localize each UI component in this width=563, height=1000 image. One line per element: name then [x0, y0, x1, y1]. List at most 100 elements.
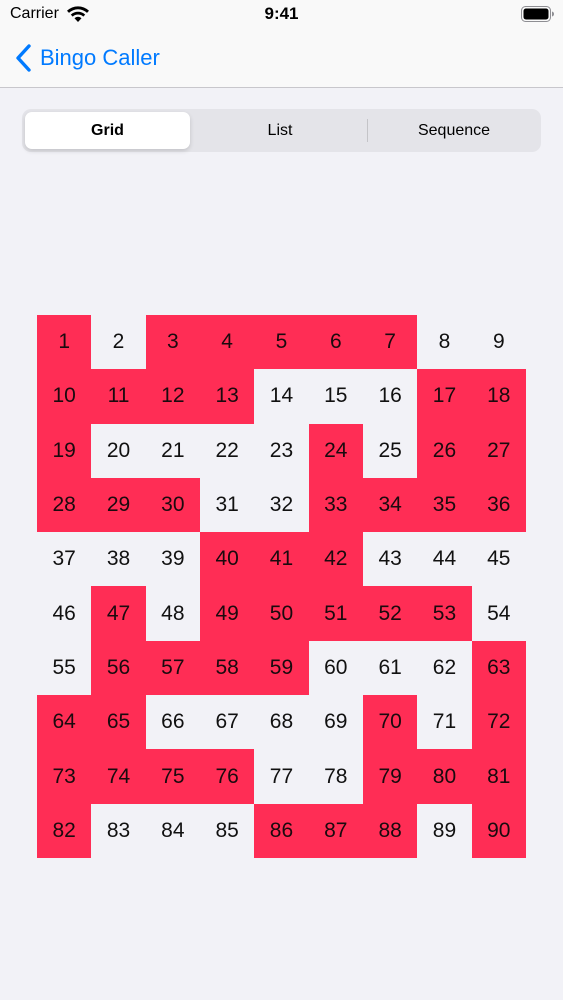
tab-grid[interactable]: Grid: [25, 112, 190, 149]
number-cell[interactable]: 35: [417, 477, 472, 533]
number-cell[interactable]: 19: [37, 423, 92, 478]
number-cell[interactable]: 27: [471, 423, 526, 478]
number-cell[interactable]: 15: [308, 369, 363, 424]
number-cell[interactable]: 65: [91, 695, 146, 750]
number-cell[interactable]: 55: [37, 640, 92, 696]
number-cell[interactable]: 75: [145, 749, 200, 804]
number-cell[interactable]: 36: [471, 477, 526, 533]
number-cell[interactable]: 59: [254, 640, 309, 696]
number-cell[interactable]: 60: [308, 640, 363, 696]
battery-icon: [521, 6, 554, 22]
number-cell[interactable]: 20: [91, 423, 146, 478]
number-cell[interactable]: 9: [471, 315, 526, 370]
number-cell[interactable]: 32: [254, 477, 309, 533]
number-cell[interactable]: 26: [417, 423, 472, 478]
number-cell[interactable]: 54: [471, 586, 526, 641]
number-cell[interactable]: 63: [471, 640, 526, 696]
number-cell[interactable]: 40: [199, 532, 255, 587]
number-cell[interactable]: 29: [91, 477, 146, 533]
tab-list[interactable]: List: [194, 112, 366, 149]
number-cell[interactable]: 74: [91, 749, 146, 804]
number-cell[interactable]: 30: [145, 477, 200, 533]
number-cell[interactable]: 69: [308, 695, 363, 750]
number-cell[interactable]: 33: [308, 477, 363, 533]
number-cell[interactable]: 67: [199, 695, 255, 750]
number-cell[interactable]: 48: [145, 586, 200, 641]
number-cell[interactable]: 46: [37, 586, 92, 641]
number-cell[interactable]: 53: [417, 586, 472, 641]
number-cell[interactable]: 56: [91, 640, 146, 696]
number-cell[interactable]: 90: [471, 803, 526, 858]
segment-divider: [367, 119, 368, 142]
number-cell[interactable]: 61: [362, 640, 418, 696]
number-cell[interactable]: 42: [308, 532, 363, 587]
number-cell[interactable]: 22: [199, 423, 255, 478]
number-cell[interactable]: 57: [145, 640, 200, 696]
number-cell[interactable]: 10: [37, 369, 92, 424]
number-cell[interactable]: 76: [199, 749, 255, 804]
number-cell[interactable]: 1: [37, 315, 92, 370]
number-cell[interactable]: 7: [362, 315, 418, 370]
number-cell[interactable]: 43: [362, 532, 418, 587]
tab-sequence[interactable]: Sequence: [370, 112, 538, 149]
number-cell[interactable]: 47: [91, 586, 146, 641]
number-cell[interactable]: 8: [417, 315, 472, 370]
number-cell[interactable]: 86: [254, 803, 309, 858]
number-cell[interactable]: 41: [254, 532, 309, 587]
number-cell[interactable]: 82: [37, 803, 92, 858]
number-cell[interactable]: 11: [91, 369, 146, 424]
back-button-label: Bingo Caller: [40, 45, 160, 70]
number-cell[interactable]: 80: [417, 749, 472, 804]
chevron-left-icon: [16, 44, 31, 72]
number-cell[interactable]: 38: [91, 532, 146, 587]
number-cell[interactable]: 73: [37, 749, 92, 804]
number-cell[interactable]: 18: [471, 369, 526, 424]
number-cell[interactable]: 21: [145, 423, 200, 478]
number-cell[interactable]: 83: [91, 803, 146, 858]
number-cell[interactable]: 2: [91, 315, 146, 370]
number-cell[interactable]: 45: [471, 532, 526, 587]
number-cell[interactable]: 79: [362, 749, 418, 804]
number-cell[interactable]: 4: [199, 315, 255, 370]
number-cell[interactable]: 50: [254, 586, 309, 641]
number-cell[interactable]: 78: [308, 749, 363, 804]
number-cell[interactable]: 85: [199, 803, 255, 858]
number-cell[interactable]: 68: [254, 695, 309, 750]
status-bar: Carrier 9:41: [0, 0, 563, 30]
number-cell[interactable]: 89: [417, 803, 472, 858]
number-cell[interactable]: 39: [145, 532, 200, 587]
number-cell[interactable]: 28: [37, 477, 92, 533]
number-cell[interactable]: 58: [199, 640, 255, 696]
number-cell[interactable]: 64: [37, 695, 92, 750]
number-cell[interactable]: 49: [199, 586, 255, 641]
number-cell[interactable]: 66: [145, 695, 200, 750]
number-cell[interactable]: 23: [254, 423, 309, 478]
number-cell[interactable]: 71: [417, 695, 472, 750]
number-cell[interactable]: 5: [254, 315, 309, 370]
number-cell[interactable]: 44: [417, 532, 472, 587]
number-cell[interactable]: 37: [37, 532, 92, 587]
number-cell[interactable]: 16: [362, 369, 418, 424]
back-button[interactable]: Bingo Caller: [14, 40, 160, 76]
number-cell[interactable]: 25: [362, 423, 418, 478]
number-cell[interactable]: 52: [362, 586, 418, 641]
number-cell[interactable]: 62: [417, 640, 472, 696]
number-cell[interactable]: 12: [145, 369, 200, 424]
number-cell[interactable]: 72: [471, 695, 526, 750]
number-cell[interactable]: 51: [308, 586, 363, 641]
number-cell[interactable]: 13: [199, 369, 255, 424]
number-cell[interactable]: 6: [308, 315, 363, 370]
number-cell[interactable]: 14: [254, 369, 309, 424]
number-cell[interactable]: 77: [254, 749, 309, 804]
number-cell[interactable]: 70: [362, 695, 418, 750]
number-cell[interactable]: 24: [308, 423, 363, 478]
number-cell[interactable]: 34: [362, 477, 418, 533]
navigation-bar: Bingo Caller: [0, 30, 563, 88]
number-cell[interactable]: 87: [308, 803, 363, 858]
number-cell[interactable]: 88: [362, 803, 418, 858]
number-cell[interactable]: 17: [417, 369, 472, 424]
number-cell[interactable]: 84: [145, 803, 200, 858]
number-cell[interactable]: 31: [199, 477, 255, 533]
number-cell[interactable]: 81: [471, 749, 526, 804]
number-cell[interactable]: 3: [145, 315, 200, 370]
